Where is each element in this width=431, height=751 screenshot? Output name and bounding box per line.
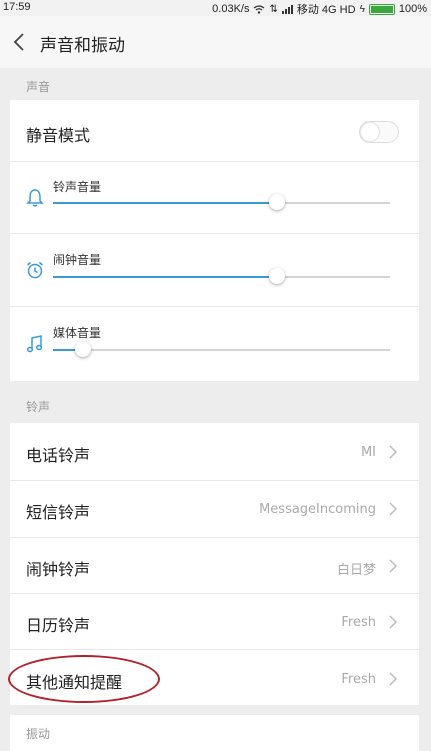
- vibration-panel: [10, 715, 419, 751]
- list-item-value: 白日梦: [336, 563, 376, 578]
- page-title: 声音和振动: [40, 36, 125, 56]
- chevron-right-icon: [389, 615, 397, 629]
- music-note-icon: [26, 335, 43, 353]
- silent-mode-label: 静音模式: [26, 126, 91, 145]
- section-label-vibration: 振动: [26, 727, 51, 741]
- list-item-label: 电话铃声: [26, 446, 91, 465]
- list-item-label: 闹钟铃声: [26, 560, 91, 579]
- ringer-volume-label: 铃声音量: [53, 180, 102, 194]
- list-item-label: 短信铃声: [26, 503, 91, 522]
- chevron-right-icon: [389, 445, 397, 459]
- list-item-value: Fresh: [341, 672, 376, 687]
- bell-icon: [26, 189, 44, 207]
- status-time: 17:59: [3, 1, 31, 13]
- charging-icon: ϟ: [359, 3, 365, 15]
- media-volume-slider[interactable]: [53, 341, 390, 357]
- highlight-annotation-oval: [8, 655, 160, 703]
- chevron-right-icon: [389, 672, 397, 686]
- data-transfer-icon: ⇅: [269, 3, 278, 15]
- chevron-right-icon: [389, 559, 397, 573]
- slider-thumb[interactable]: [269, 194, 286, 210]
- list-item-label: 日历铃声: [26, 616, 91, 635]
- alarm-volume-label: 闹钟音量: [53, 253, 102, 267]
- list-item-value: MessageIncoming: [259, 502, 376, 517]
- network-speed: 0.03K/s: [212, 3, 250, 15]
- wifi-icon: [254, 4, 265, 14]
- header-bar: 声音和振动: [0, 16, 431, 68]
- battery-level: 100%: [398, 3, 427, 15]
- section-label-sound: 声音: [26, 80, 51, 94]
- chevron-right-icon: [389, 502, 397, 516]
- alarm-clock-icon: [27, 261, 43, 279]
- signal-icon: [281, 4, 293, 14]
- alarm-volume-slider[interactable]: [53, 268, 390, 284]
- slider-thumb[interactable]: [269, 268, 286, 284]
- silent-mode-toggle[interactable]: [359, 121, 399, 143]
- ringer-volume-slider[interactable]: [53, 194, 390, 210]
- battery-icon: [368, 3, 395, 15]
- media-volume-label: 媒体音量: [53, 326, 102, 340]
- list-item-value: MI: [360, 445, 376, 460]
- back-arrow-icon[interactable]: [10, 30, 30, 54]
- list-item-value: Fresh: [341, 615, 376, 630]
- carrier-label: 移动 4G HD: [296, 4, 356, 16]
- section-label-ringtone: 铃声: [26, 400, 51, 414]
- status-bar: 17:59 0.03K/s ⇅ 移动 4G HD ϟ 100%: [0, 0, 431, 16]
